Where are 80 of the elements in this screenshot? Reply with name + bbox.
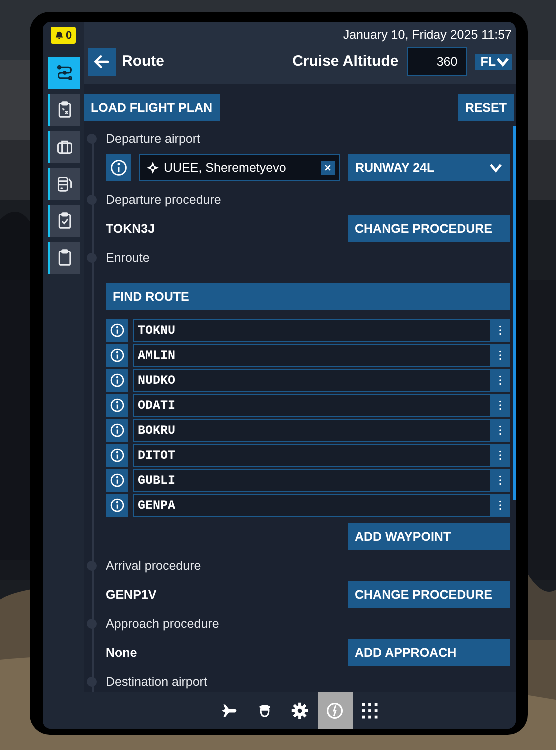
chevron-down-icon <box>490 162 502 172</box>
unit-dropdown[interactable]: FL <box>474 54 512 70</box>
chevron-down-icon <box>497 56 509 66</box>
info-icon <box>110 373 124 388</box>
close-icon <box>324 164 332 172</box>
info-button[interactable] <box>106 494 128 517</box>
section-label: Enroute <box>106 251 150 265</box>
info-icon <box>110 498 124 513</box>
clear-button[interactable] <box>321 160 336 174</box>
sidebar-tab[interactable] <box>48 242 80 274</box>
info-icon <box>110 398 124 413</box>
procedure-button[interactable]: CHANGE PROCEDURE <box>348 581 510 608</box>
info-button[interactable] <box>106 154 131 181</box>
procedure-button[interactable]: ADD APPROACH <box>348 639 510 666</box>
section-label: Approach procedure <box>106 617 220 631</box>
section-label: Departure procedure <box>106 193 222 207</box>
sidebar-tab[interactable] <box>48 168 80 200</box>
airport-field[interactable]: UUEE, Sheremetyevo <box>139 154 340 181</box>
more-icon <box>499 375 502 386</box>
more-icon <box>499 325 502 336</box>
sidebar-tab[interactable] <box>48 94 80 126</box>
info-button[interactable] <box>106 469 128 492</box>
date-time: January 10, Friday 2025 11:57 <box>342 27 512 44</box>
section-label: Destination airport <box>106 675 208 689</box>
page-title: Route <box>122 53 164 70</box>
notification-count: 0 <box>66 30 72 42</box>
waypoint-field[interactable]: AMLIN <box>133 344 491 367</box>
info-icon <box>110 448 124 463</box>
cruise-altitude-field[interactable]: 360 <box>406 47 467 76</box>
info-icon <box>110 348 124 363</box>
more-icon <box>499 400 502 411</box>
back-arrow-icon <box>93 52 111 70</box>
info-button[interactable] <box>106 319 128 342</box>
fuel-icon <box>56 175 74 193</box>
waypoint-field[interactable]: TOKNU <box>133 319 491 342</box>
briefcase-icon <box>56 138 74 156</box>
section-label: Departure airport <box>106 132 200 146</box>
info-button[interactable] <box>106 369 128 392</box>
waypoint-field[interactable]: GUBLI <box>133 469 491 492</box>
waypoint-field[interactable]: GENPA <box>133 494 491 517</box>
sidebar-tab[interactable] <box>48 205 80 237</box>
runway-dropdown[interactable]: RUNWAY 24L <box>348 154 510 181</box>
cruise-altitude-label: Cruise Altitude <box>292 53 399 70</box>
airport-icon <box>147 162 159 174</box>
airplane-icon <box>221 702 239 720</box>
sidebar-tab[interactable] <box>48 131 80 163</box>
more-icon <box>499 500 502 511</box>
waypoint-field[interactable]: BOKRU <box>133 419 491 442</box>
waypoint-field[interactable]: ODATI <box>133 394 491 417</box>
procedure-value: TOKN3J <box>106 222 156 236</box>
add-waypoint-button[interactable]: ADD WAYPOINT <box>348 523 510 550</box>
info-button[interactable] <box>106 344 128 367</box>
apps-grid-icon <box>361 702 379 720</box>
waypoint-field[interactable]: NUDKO <box>133 369 491 392</box>
find-route-button[interactable]: FIND ROUTE <box>106 283 510 310</box>
info-icon <box>110 323 124 338</box>
more-icon <box>499 350 502 361</box>
waypoint-field[interactable]: DITOT <box>133 444 491 467</box>
load-flight-plan-button[interactable]: LOAD FLIGHT PLAN <box>84 94 220 121</box>
procedure-value: GENP1V <box>106 588 157 602</box>
back-button[interactable] <box>88 48 116 76</box>
sidebar-tab[interactable] <box>48 57 80 89</box>
reset-button[interactable]: RESET <box>458 94 514 121</box>
section-label: Arrival procedure <box>106 559 202 573</box>
info-icon <box>110 423 124 438</box>
scrollbar[interactable] <box>513 126 516 500</box>
more-icon <box>499 475 502 486</box>
more-icon <box>499 425 502 436</box>
bell-icon <box>54 31 64 40</box>
info-button[interactable] <box>106 419 128 442</box>
info-button[interactable] <box>106 394 128 417</box>
info-icon <box>110 158 128 176</box>
settings-icon <box>291 702 309 720</box>
route-icon <box>56 64 74 82</box>
procedure-button[interactable]: CHANGE PROCEDURE <box>348 215 510 242</box>
info-button[interactable] <box>106 444 128 467</box>
info-icon <box>110 473 124 488</box>
more-icon <box>499 450 502 461</box>
notification-badge[interactable]: 0 <box>50 27 76 44</box>
procedure-value: None <box>106 646 138 660</box>
